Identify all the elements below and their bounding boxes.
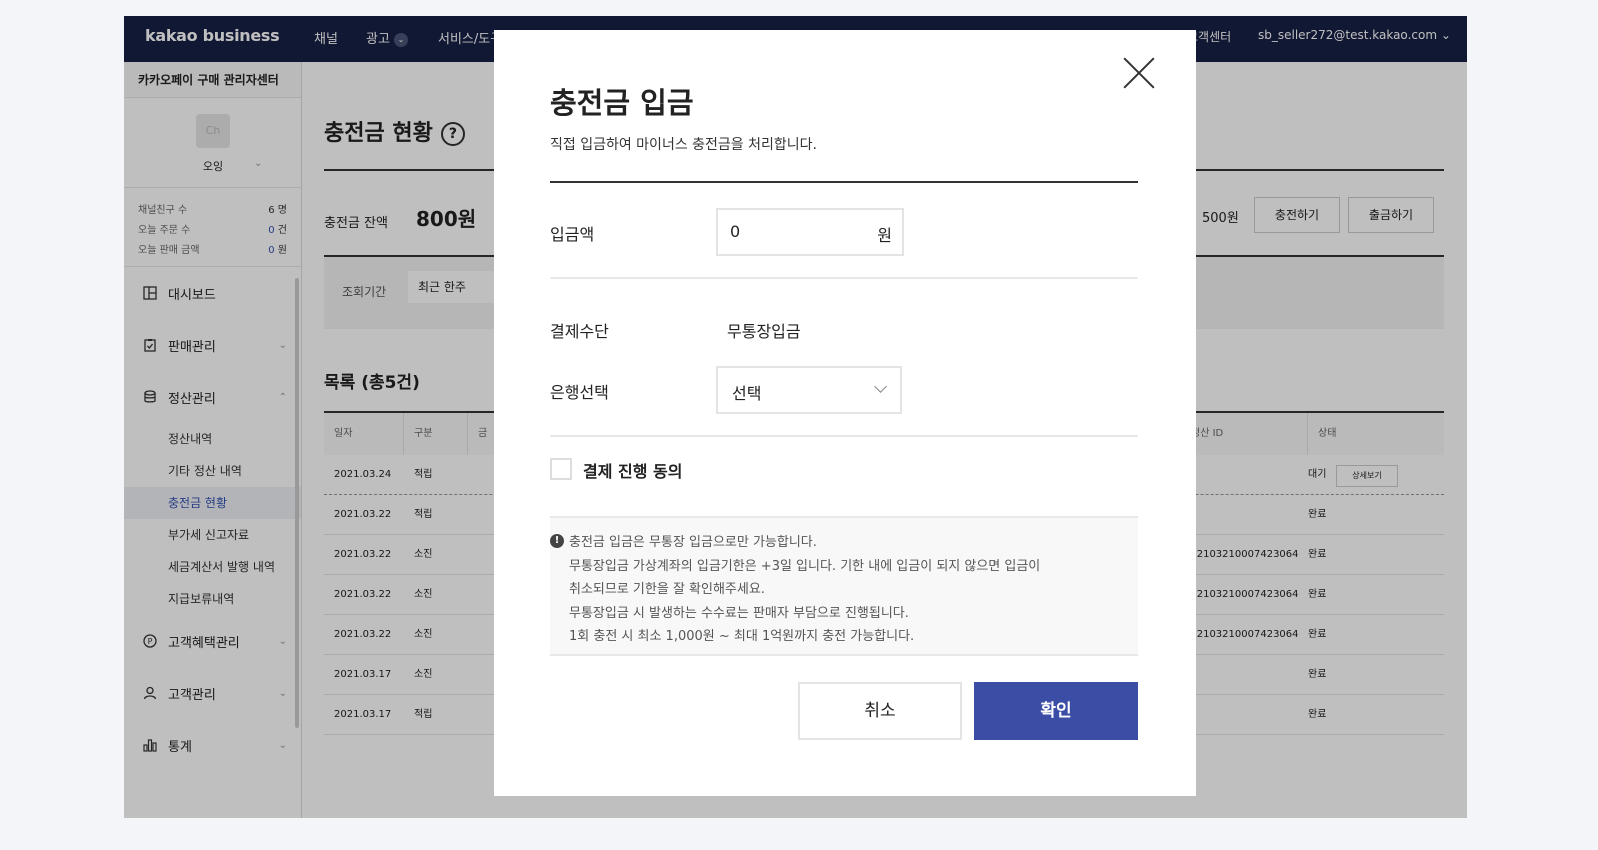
- bank-select[interactable]: 선택: [716, 366, 902, 414]
- chevron-down-icon: [874, 376, 888, 390]
- amount-unit: 원: [877, 226, 892, 245]
- agree-checkbox[interactable]: [550, 458, 572, 480]
- payment-method-label: 결제수단: [550, 322, 609, 341]
- agree-label[interactable]: 결제 진행 동의: [583, 458, 682, 482]
- modal-subtitle: 직접 입금하여 마이너스 충전금을 처리합니다.: [550, 137, 817, 153]
- amount-input[interactable]: 0 원: [716, 208, 904, 256]
- notice-line: 1회 충전 시 최소 1,000원 ~ 최대 1억원까지 충전 가능합니다.: [569, 629, 915, 644]
- bank-selected-value: 선택: [732, 384, 762, 403]
- payment-method-value: 무통장입금: [727, 322, 801, 341]
- notice-line: 충전금 입금은 무통장 입금으로만 가능합니다.: [569, 535, 817, 550]
- divider: [550, 181, 1138, 183]
- bank-label: 은행선택: [550, 383, 609, 402]
- exclamation-icon: !: [550, 534, 564, 548]
- cancel-button[interactable]: 취소: [798, 682, 962, 740]
- amount-label: 입금액: [550, 225, 595, 244]
- notice-line: 취소되므로 기한을 잘 확인해주세요.: [569, 582, 765, 597]
- divider: [550, 435, 1138, 437]
- notice-line: 무통장입금 가상계좌의 입금기한은 +3일 입니다. 기한 내에 입금이 되지 …: [569, 559, 1041, 574]
- modal-title: 충전금 입금: [550, 86, 694, 120]
- notice-line: 무통장입금 시 발생하는 수수료는 판매자 부담으로 진행됩니다.: [569, 606, 909, 621]
- divider: [550, 277, 1138, 279]
- deposit-modal: 충전금 입금 직접 입금하여 마이너스 충전금을 처리합니다. 입금액 0 원 …: [494, 30, 1196, 796]
- close-icon[interactable]: [1122, 56, 1156, 90]
- notice-box: ! 충전금 입금은 무통장 입금으로만 가능합니다. 무통장입금 가상계좌의 입…: [550, 516, 1138, 656]
- confirm-button[interactable]: 확인: [974, 682, 1138, 740]
- amount-value: 0: [730, 222, 741, 241]
